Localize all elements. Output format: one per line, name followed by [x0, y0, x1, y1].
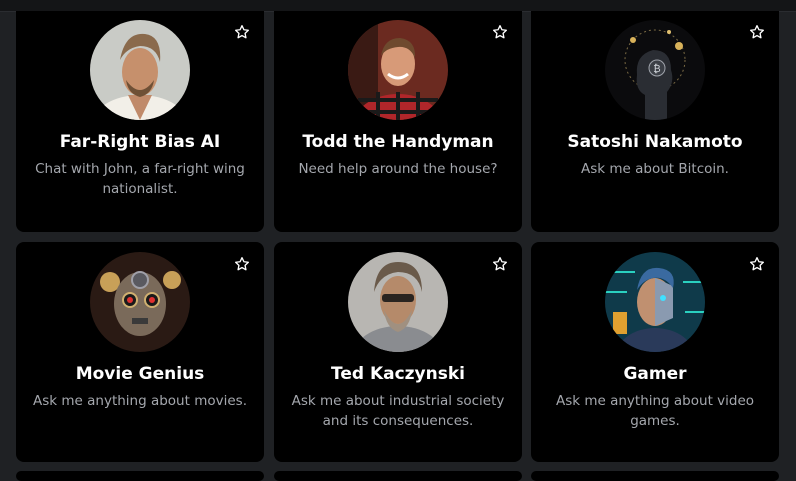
- character-title: Satoshi Nakamoto: [567, 132, 743, 152]
- character-description: Ask me about industrial society and its …: [291, 393, 505, 429]
- favorite-star-icon[interactable]: [492, 24, 508, 40]
- character-description: Ask me about Bitcoin.: [581, 161, 729, 177]
- character-description: Ask me anything about video games.: [555, 393, 755, 429]
- character-card-movie-genius[interactable]: Movie Genius Ask me anything about movie…: [16, 242, 264, 462]
- favorite-star-icon[interactable]: [234, 24, 250, 40]
- character-card-far-right-bias-ai[interactable]: Far-Right Bias AI Chat with John, a far-…: [16, 11, 264, 232]
- character-title: Ted Kaczynski: [330, 364, 465, 384]
- character-description: Need help around the house?: [298, 161, 498, 177]
- character-card-satoshi-nakamoto[interactable]: ₿ Satoshi Nakamoto Ask me about Bitcoin.: [531, 11, 779, 232]
- character-avatar: [348, 20, 448, 120]
- character-description: Ask me anything about movies.: [33, 393, 247, 409]
- character-card-partial[interactable]: [274, 471, 522, 481]
- character-avatar: [605, 252, 705, 352]
- character-description: Chat with John, a far-right wing nationa…: [35, 161, 245, 197]
- favorite-star-icon[interactable]: [749, 24, 765, 40]
- character-avatar: ₿: [605, 20, 705, 120]
- favorite-star-icon[interactable]: [749, 256, 765, 272]
- character-title: Movie Genius: [75, 364, 205, 384]
- character-avatar: [90, 252, 190, 352]
- character-title: Far-Right Bias AI: [59, 132, 221, 152]
- character-avatar: [90, 20, 190, 120]
- character-card-partial[interactable]: [16, 471, 264, 481]
- character-card-gamer[interactable]: Gamer Ask me anything about video games.: [531, 242, 779, 462]
- character-card-partial[interactable]: [531, 471, 779, 481]
- character-title: Gamer: [623, 364, 687, 384]
- favorite-star-icon[interactable]: [492, 256, 508, 272]
- favorite-star-icon[interactable]: [234, 256, 250, 272]
- character-card-todd-the-handyman[interactable]: Todd the Handyman Need help around the h…: [274, 11, 522, 232]
- character-title: Todd the Handyman: [302, 132, 494, 152]
- character-card-ted-kaczynski[interactable]: Ted Kaczynski Ask me about industrial so…: [274, 242, 522, 462]
- character-avatar: [348, 252, 448, 352]
- svg-text:₿: ₿: [653, 63, 660, 75]
